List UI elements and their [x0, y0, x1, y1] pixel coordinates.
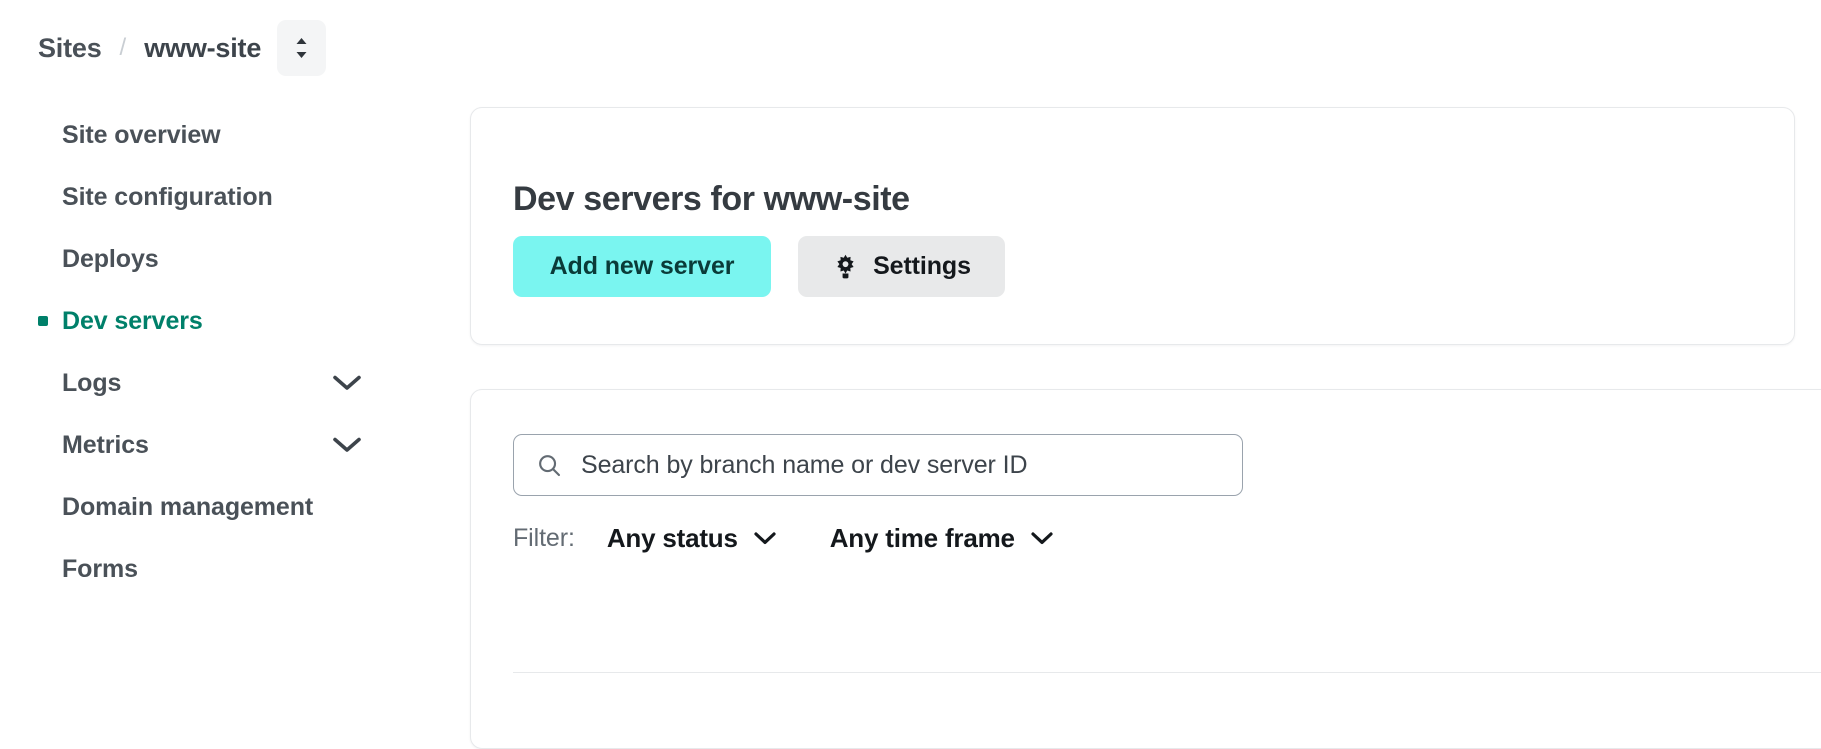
search-input[interactable] [581, 435, 1220, 495]
search-icon [536, 452, 563, 479]
sidebar-item-forms[interactable]: Forms [0, 538, 440, 600]
breadcrumb-separator: / [119, 34, 127, 61]
add-new-server-button[interactable]: Add new server [513, 236, 771, 297]
sidebar-item-label: Dev servers [62, 306, 203, 335]
breadcrumb-current-site[interactable]: www-site [144, 34, 261, 62]
sidebar-nav: Site overview Site configuration Deploys… [0, 104, 440, 600]
status-filter-select[interactable]: Any status [607, 523, 777, 554]
chevron-down-icon [1030, 531, 1054, 546]
search-field[interactable] [513, 434, 1243, 496]
filter-label: Filter: [513, 523, 575, 552]
sidebar-item-label: Metrics [62, 430, 149, 459]
site-switcher-button[interactable] [277, 20, 327, 76]
chevron-up-down-icon [292, 35, 311, 61]
list-divider [513, 672, 1821, 673]
sidebar-item-label: Logs [62, 368, 122, 397]
sidebar-item-dev-servers[interactable]: Dev servers [0, 290, 440, 352]
chevron-down-icon [332, 374, 362, 392]
dev-servers-page: Sites / www-site Site overview Site conf… [0, 0, 1821, 749]
dev-servers-list-card: Filter: Any status Any time frame [470, 389, 1821, 749]
breadcrumb-root-link[interactable]: Sites [38, 34, 102, 62]
dev-servers-header-card: Dev servers for www-site Add new server … [470, 107, 1795, 345]
status-filter-value: Any status [606, 522, 738, 553]
page-title: Dev servers for www-site [513, 179, 910, 218]
sidebar-item-site-configuration[interactable]: Site configuration [0, 166, 440, 228]
sidebar-item-domain-management[interactable]: Domain management [0, 476, 440, 538]
time-frame-filter-value: Any time frame [829, 522, 1015, 553]
filter-row: Filter: Any status Any time frame [513, 518, 1054, 558]
settings-button[interactable]: Settings [798, 236, 1005, 297]
gear-icon [832, 253, 859, 280]
sidebar-item-logs[interactable]: Logs [0, 352, 440, 414]
time-frame-filter-select[interactable]: Any time frame [830, 523, 1054, 554]
sidebar-item-site-overview[interactable]: Site overview [0, 104, 440, 166]
chevron-down-icon [753, 531, 777, 546]
sidebar-item-deploys[interactable]: Deploys [0, 228, 440, 290]
add-new-server-label: Add new server [549, 252, 735, 280]
breadcrumb: Sites / www-site [38, 20, 327, 76]
sidebar-item-label: Site configuration [62, 182, 273, 211]
main-content: Dev servers for www-site Add new server … [470, 0, 1821, 749]
header-actions: Add new server Settings [513, 236, 1005, 297]
sidebar-item-label: Forms [62, 554, 138, 583]
chevron-down-icon [332, 436, 362, 454]
sidebar-item-label: Site overview [62, 120, 221, 149]
active-indicator-icon [38, 316, 48, 326]
settings-label: Settings [873, 252, 971, 280]
sidebar-item-label: Domain management [62, 492, 314, 521]
sidebar-item-label: Deploys [62, 244, 159, 273]
sidebar-item-metrics[interactable]: Metrics [0, 414, 440, 476]
